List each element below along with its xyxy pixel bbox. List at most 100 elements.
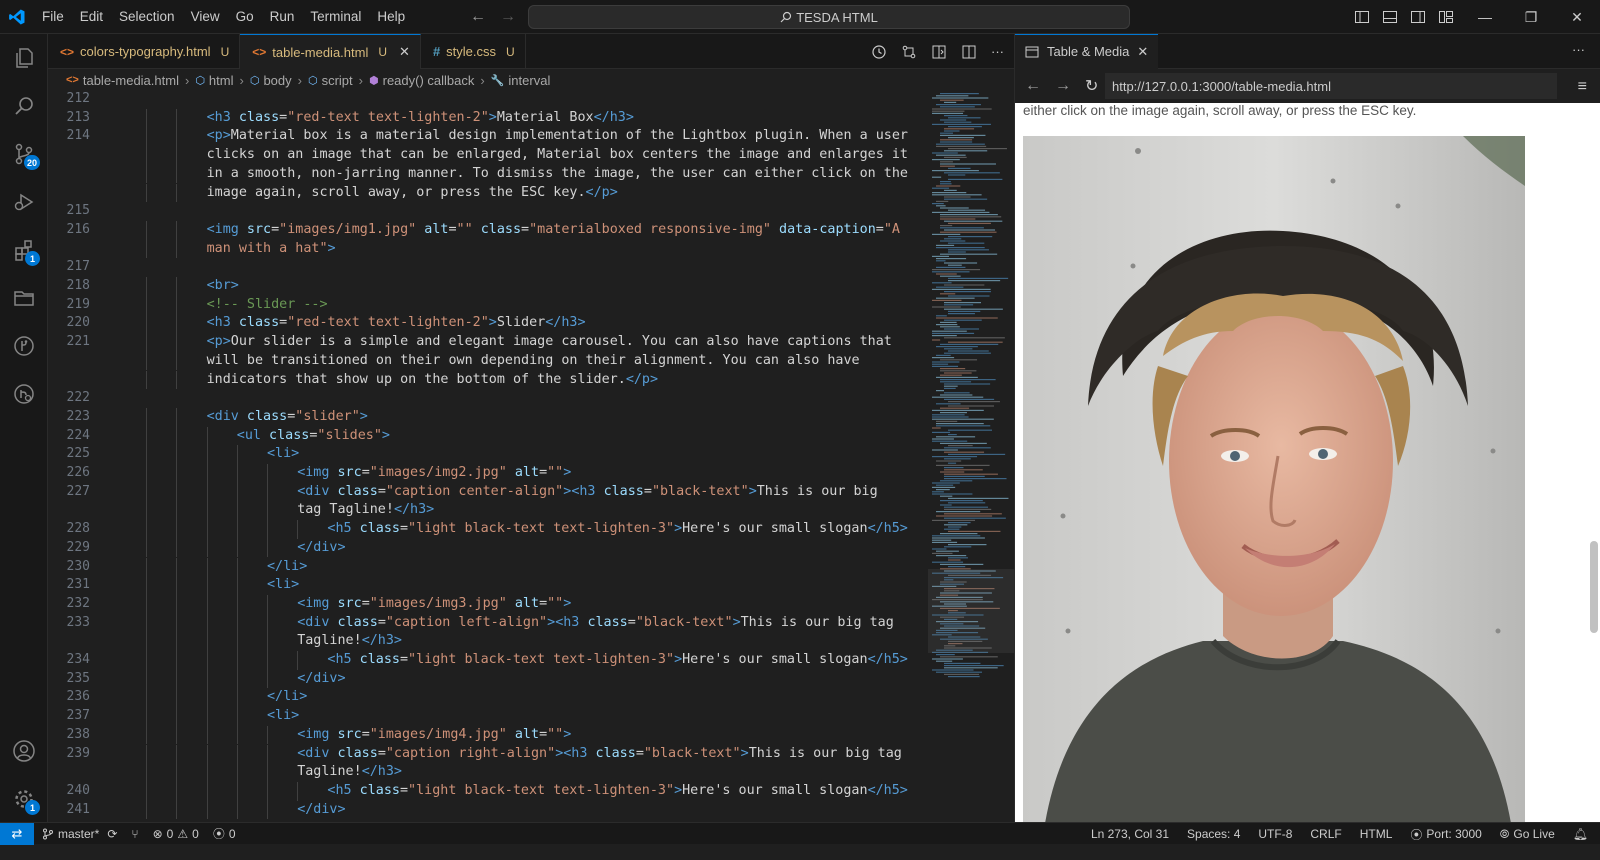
code-content[interactable]: <h3 class="red-text text-lighten-2">Mate… xyxy=(110,91,940,822)
code-line[interactable]: <h5 class="light black-text text-lighten… xyxy=(327,782,907,801)
toggle-secondary-sidebar-icon[interactable] xyxy=(1410,9,1426,25)
code-line[interactable]: in a smooth, non-jarring manner. To dism… xyxy=(207,165,908,184)
open-preview-icon[interactable] xyxy=(931,44,947,60)
explorer-button[interactable] xyxy=(0,34,48,82)
indentation[interactable]: Spaces: 4 xyxy=(1187,827,1240,841)
close-window-icon[interactable]: ✕ xyxy=(1554,0,1600,34)
source-control-button[interactable]: 20 xyxy=(0,130,48,178)
extensions-button[interactable]: 1 xyxy=(0,226,48,274)
menu-run[interactable]: Run xyxy=(262,0,303,34)
remote-explorer-button[interactable] xyxy=(0,370,48,418)
reload-icon[interactable]: ↻ xyxy=(1085,76,1098,96)
open-changes-icon[interactable] xyxy=(901,44,917,60)
code-line[interactable]: <img src="images/img3.jpg" alt=""> xyxy=(297,595,571,614)
breadcrumb-file[interactable]: table-media.html xyxy=(83,73,179,88)
code-line[interactable]: <li> xyxy=(267,707,299,726)
more-actions-icon[interactable]: ··· xyxy=(1572,42,1585,57)
web-page-viewport[interactable]: either click on the image again, scroll … xyxy=(1015,103,1587,822)
end-of-line[interactable]: CRLF xyxy=(1310,827,1341,841)
problems-status[interactable]: ⊗ 0 ⚠ 0 xyxy=(153,827,199,841)
menu-help[interactable]: Help xyxy=(369,0,413,34)
run-debug-button[interactable] xyxy=(0,178,48,226)
code-line[interactable]: <!-- Slider --> xyxy=(207,296,328,315)
forward-arrow-icon[interactable]: → xyxy=(500,8,516,26)
git-graph-status-icon[interactable]: ⑂ xyxy=(131,827,138,841)
code-line[interactable]: <br> xyxy=(207,277,239,296)
code-line[interactable]: clicks on an image that can be enlarged,… xyxy=(207,146,908,165)
code-line[interactable]: <h3 class="red-text text-lighten-2">Slid… xyxy=(207,314,586,333)
minimize-icon[interactable]: — xyxy=(1462,0,1508,34)
code-line[interactable]: <div class="caption right-align"><h3 cla… xyxy=(297,745,902,764)
code-line[interactable]: man with a hat"> xyxy=(207,240,336,259)
code-line[interactable]: </div> xyxy=(297,670,345,689)
search-button[interactable] xyxy=(0,82,48,130)
back-arrow-icon[interactable]: ← xyxy=(470,8,486,26)
encoding[interactable]: UTF-8 xyxy=(1258,827,1292,841)
code-line[interactable]: will be transitioned on their own depend… xyxy=(207,352,860,371)
breadcrumb-interval[interactable]: interval xyxy=(508,73,550,88)
code-line[interactable]: <h5 class="light black-text text-lighten… xyxy=(327,651,907,670)
code-line[interactable]: </li> xyxy=(267,558,307,577)
breadcrumb-script[interactable]: script xyxy=(322,73,353,88)
close-tab-icon[interactable]: ✕ xyxy=(399,44,410,60)
manage-button[interactable]: 1 xyxy=(0,775,48,823)
customize-layout-icon[interactable] xyxy=(1438,9,1454,25)
sync-icon[interactable]: ⟳ xyxy=(107,827,117,841)
minimap-viewport[interactable] xyxy=(928,569,1014,653)
restore-icon[interactable]: ❐ xyxy=(1508,0,1554,34)
project-manager-button[interactable] xyxy=(0,274,48,322)
menu-terminal[interactable]: Terminal xyxy=(302,0,369,34)
code-editor[interactable]: 212 213 214 215 216 217 218 219 220 221 222 223 224 2… xyxy=(48,91,1014,822)
breadcrumb-ready-callback[interactable]: ready() callback xyxy=(383,73,475,88)
code-line[interactable]: tag Tagline!</h3> xyxy=(297,501,434,520)
code-line[interactable]: <ul class="slides"> xyxy=(237,427,390,446)
code-line[interactable]: <img src="images/img4.jpg" alt=""> xyxy=(297,726,571,745)
accounts-button[interactable] xyxy=(0,727,48,775)
code-line[interactable]: <li> xyxy=(267,445,299,464)
menu-go[interactable]: Go xyxy=(228,0,262,34)
breadcrumb-body[interactable]: body xyxy=(263,73,291,88)
branch-status[interactable]: master* ⟳ xyxy=(42,827,117,841)
minimap[interactable] xyxy=(928,91,1014,822)
code-line[interactable]: <p>Our slider is a simple and elegant im… xyxy=(207,333,892,352)
toggle-primary-sidebar-icon[interactable] xyxy=(1354,9,1370,25)
close-tab-icon[interactable]: ✕ xyxy=(1137,44,1148,60)
command-center[interactable]: TESDA HTML xyxy=(528,5,1130,29)
code-line[interactable]: <h3 class="red-text text-lighten-2">Mate… xyxy=(207,109,634,128)
git-graph-button[interactable] xyxy=(0,322,48,370)
tab-table-media[interactable]: <> table-media.html U ✕ xyxy=(240,34,421,69)
code-line[interactable]: <div class="slider"> xyxy=(207,408,368,427)
browser-forward-icon[interactable]: → xyxy=(1055,77,1071,95)
code-line[interactable]: <h5 class="light black-text text-lighten… xyxy=(327,520,907,539)
menu-edit[interactable]: Edit xyxy=(72,0,111,34)
language-mode[interactable]: HTML xyxy=(1360,827,1393,841)
menu-file[interactable]: File xyxy=(34,0,72,34)
more-actions-icon[interactable]: ··· xyxy=(991,44,1004,59)
materialboxed-image[interactable] xyxy=(1023,136,1525,822)
breadcrumb-html[interactable]: html xyxy=(209,73,234,88)
code-line[interactable]: Tagline!</h3> xyxy=(297,763,402,782)
menu-selection[interactable]: Selection xyxy=(111,0,183,34)
ports-status[interactable]: ⦿ 0 xyxy=(213,825,236,842)
code-line[interactable]: image again, scroll away, or press the E… xyxy=(207,184,618,203)
code-line[interactable]: indicators that show up on the bottom of… xyxy=(207,371,658,390)
remote-indicator-icon[interactable]: ⇄ xyxy=(0,822,34,845)
code-line[interactable]: <li> xyxy=(267,576,299,595)
code-line[interactable]: <img src="images/img2.jpg" alt=""> xyxy=(297,464,571,483)
code-line[interactable]: <div class="caption left-align"><h3 clas… xyxy=(297,614,894,633)
url-input[interactable]: http://127.0.0.1:3000/table-media.html xyxy=(1105,73,1557,99)
page-vertical-scrollbar[interactable] xyxy=(1587,103,1600,822)
code-line[interactable]: Tagline!</h3> xyxy=(297,632,402,651)
code-line[interactable]: </div> xyxy=(297,539,345,558)
code-line[interactable]: <div class="caption center-align"><h3 cl… xyxy=(297,483,878,502)
toggle-panel-icon[interactable] xyxy=(1382,9,1398,25)
tab-style-css[interactable]: # style.css U xyxy=(421,34,526,69)
menu-hamburger-icon[interactable]: ≡ xyxy=(1578,78,1587,96)
timeline-icon[interactable] xyxy=(871,44,887,60)
menu-view[interactable]: View xyxy=(183,0,228,34)
code-line[interactable]: </li> xyxy=(267,688,307,707)
go-live-button[interactable]: ⦾ Go Live xyxy=(1500,827,1555,842)
live-server-port[interactable]: ⦿ Port: 3000 xyxy=(1410,826,1481,843)
notifications-bell-icon[interactable]: 🔔︎ xyxy=(1573,827,1588,841)
tab-colors-typography[interactable]: <> colors-typography.html U xyxy=(48,34,241,69)
